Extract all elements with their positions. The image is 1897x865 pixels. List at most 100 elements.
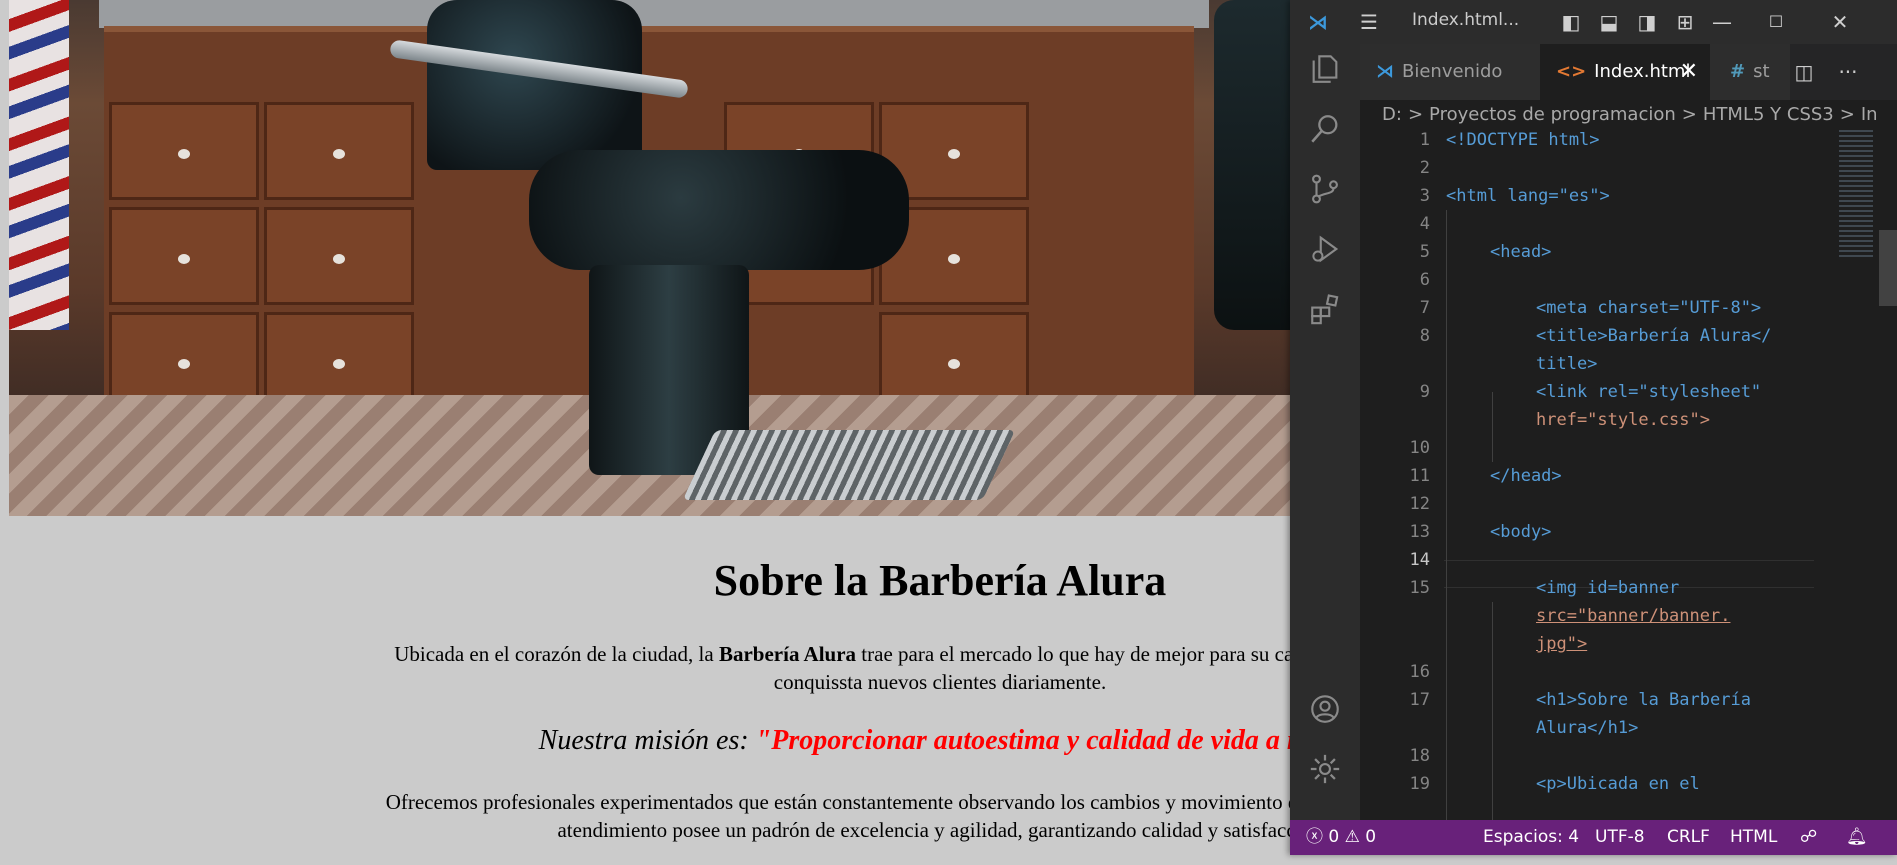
services-text-line2: atendimiento posee un padrón de excelenc… (557, 818, 1290, 842)
line-number: 19 (1409, 774, 1430, 794)
indent-guide (1492, 602, 1493, 820)
notifications-bell-icon[interactable]: 🔔︎ (1846, 820, 1868, 855)
settings-gear-icon[interactable] (1290, 744, 1360, 794)
toggle-secondary-sidebar-icon[interactable]: ◨ (1634, 8, 1660, 36)
code-line: <head> (1490, 242, 1552, 262)
tab-label: st (1753, 61, 1770, 82)
code-line: <html lang="es"> (1446, 186, 1610, 206)
breadcrumb-folder[interactable]: HTML5 Y CSS3 (1703, 104, 1834, 125)
line-number: 2 (1419, 158, 1430, 178)
encoding-status[interactable]: UTF-8 (1595, 820, 1645, 855)
browser-page: Sobre la Barbería Alura Ubicada en el co… (0, 0, 1290, 865)
breadcrumb-separator: > (1407, 104, 1424, 125)
problems-indicator[interactable]: ⓧ 0 ⚠ 0 (1306, 820, 1376, 855)
line-number: 18 (1409, 746, 1430, 766)
search-icon[interactable] (1290, 104, 1360, 154)
editor-tab-bar: ⋊ Bienvenido <> Index.html ✕ # st ◫ ··· (1360, 44, 1897, 100)
breadcrumb-separator: > (1839, 104, 1855, 125)
barber-chair-seat (529, 150, 909, 270)
line-number: 16 (1409, 662, 1430, 682)
accounts-icon[interactable] (1290, 684, 1360, 734)
line-number: 15 (1409, 578, 1430, 598)
close-window-button[interactable]: ✕ (1820, 8, 1860, 36)
line-number: 11 (1409, 466, 1430, 486)
intro-text-line2: conquissta nuevos clientes diariamente. (773, 670, 1107, 694)
toggle-primary-sidebar-icon[interactable]: ◧ (1558, 8, 1584, 36)
line-number: 3 (1419, 186, 1430, 206)
code-line: href="style.css"> (1536, 410, 1710, 430)
status-bar: ⓧ 0 ⚠ 0 Espacios: 4 UTF-8 CRLF HTML ☍ 🔔︎ (1290, 820, 1897, 855)
minimize-button[interactable]: — (1702, 8, 1742, 36)
line-number: 8 (1419, 326, 1430, 346)
hamburger-menu-icon[interactable]: ☰ (1354, 8, 1384, 36)
minimap[interactable] (1839, 130, 1873, 260)
code-editor[interactable]: 1 2 3 4 5 6 7 8 9 10 11 12 13 14 15 16 1… (1360, 130, 1897, 820)
tab-index-html[interactable]: <> Index.html ✕ (1540, 44, 1710, 100)
banner-drawer (264, 207, 414, 305)
vscode-logo-icon: ⋊ (1308, 10, 1328, 34)
line-number: 12 (1409, 494, 1430, 514)
line-number: 4 (1419, 214, 1430, 234)
line-number: 14 (1409, 550, 1430, 570)
code-line: <meta charset="UTF-8"> (1536, 298, 1762, 318)
close-tab-icon[interactable]: ✕ (1680, 44, 1698, 100)
customize-layout-icon[interactable]: ⊞ (1672, 8, 1698, 36)
barber-pole (9, 0, 69, 330)
mission-quote: "Proporcionar autoestima y calidad de vi… (755, 725, 1290, 756)
code-line: </head> (1490, 466, 1562, 486)
language-mode-status[interactable]: HTML (1730, 820, 1777, 855)
tab-style-css[interactable]: # st (1710, 44, 1790, 100)
breadcrumb-drive[interactable]: D: (1382, 104, 1402, 125)
code-line: <link rel="stylesheet" (1536, 382, 1762, 402)
line-number: 1 (1419, 130, 1430, 150)
indent-guide (1446, 210, 1447, 820)
intro-paragraph: Ubicada en el corazón de la ciudad, la B… (15, 640, 1290, 696)
tab-bienvenido[interactable]: ⋊ Bienvenido (1360, 44, 1540, 100)
explorer-icon[interactable] (1290, 44, 1360, 94)
source-control-icon[interactable] (1290, 164, 1360, 214)
line-number: 7 (1419, 298, 1430, 318)
banner-drawer (264, 102, 414, 200)
code-line: <title>Barbería Alura</ (1536, 326, 1772, 346)
window-title: Index.html... (1412, 10, 1520, 30)
extensions-icon[interactable] (1290, 284, 1360, 334)
line-number: 17 (1409, 690, 1430, 710)
split-editor-icon[interactable]: ◫ (1790, 58, 1818, 86)
services-paragraph: Ofrecemos profesionales experimentados q… (15, 788, 1290, 844)
vscode-window: ⋊ ☰ Index.html... ◧ ⬓ ◨ ⊞ — ☐ ✕ ⋊ Bienve… (1290, 0, 1897, 855)
title-bar: ⋊ ☰ Index.html... ◧ ⬓ ◨ ⊞ — ☐ ✕ (1290, 0, 1897, 44)
code-line: <img id=banner (1536, 578, 1680, 598)
intro-text-end: trae para el mercado lo que hay de mejor… (861, 642, 1290, 666)
run-debug-icon[interactable] (1290, 224, 1360, 274)
indentation-status[interactable]: Espacios: 4 (1483, 820, 1579, 855)
line-number: 9 (1419, 382, 1430, 402)
services-text-line1: Ofrecemos profesionales experimentados q… (385, 790, 1290, 814)
breadcrumb-file[interactable]: In (1861, 104, 1878, 125)
line-number: 13 (1409, 522, 1430, 542)
toggle-panel-icon[interactable]: ⬓ (1596, 8, 1622, 36)
banner-drawer (109, 102, 259, 200)
breadcrumb-folder[interactable]: Proyectos de programacion (1429, 104, 1676, 125)
error-count: 0 (1328, 827, 1340, 847)
code-line: jpg"> (1536, 634, 1588, 654)
feedback-icon[interactable]: ☍ (1800, 820, 1817, 855)
error-icon: ⓧ (1306, 827, 1323, 847)
line-ending-status[interactable]: CRLF (1667, 820, 1710, 855)
code-line: <!DOCTYPE html> (1446, 130, 1600, 150)
maximize-button[interactable]: ☐ (1756, 8, 1796, 36)
warning-count: 0 (1365, 827, 1377, 847)
code-line: src="banner/banner. (1536, 606, 1731, 626)
more-actions-icon[interactable]: ··· (1830, 58, 1866, 86)
intro-brand-bold: Barbería Alura (718, 642, 857, 666)
barber-chair-footrest (682, 430, 1016, 500)
css-file-icon: # (1730, 61, 1746, 82)
tab-label: Index.html (1594, 61, 1691, 82)
code-line: Alura</h1> (1536, 718, 1639, 738)
breadcrumb: D: > Proyectos de programacion > HTML5 Y CSS… (1382, 104, 1897, 130)
code-line: title> (1536, 354, 1598, 374)
editor-scrollbar[interactable] (1879, 230, 1897, 306)
mission-label: Nuestra misión es: (538, 725, 756, 756)
page-heading: Sobre la Barbería Alura (713, 556, 1167, 605)
activity-bar (1290, 44, 1360, 820)
code-line: <body> (1490, 522, 1552, 542)
